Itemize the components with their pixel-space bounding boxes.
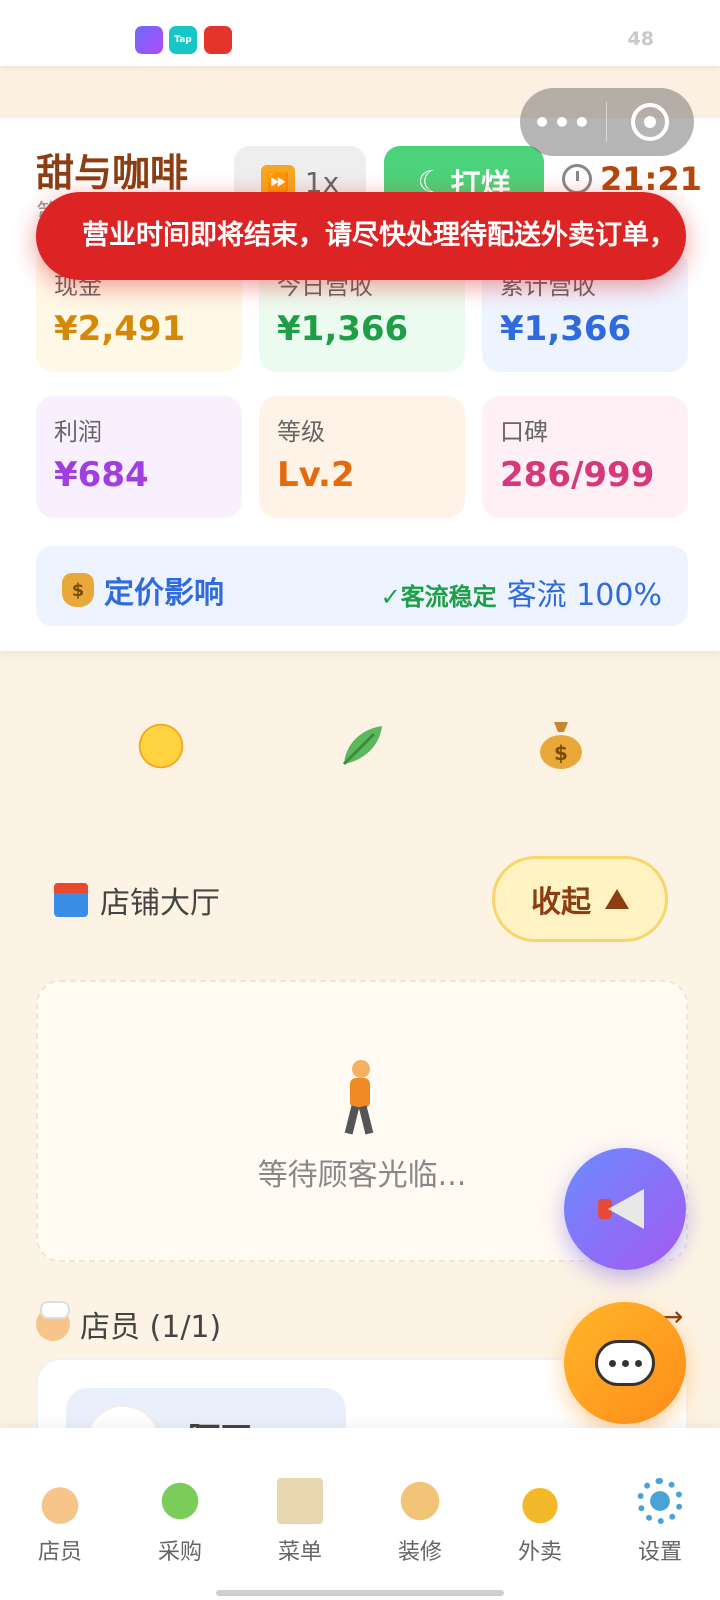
nav-item-purchase[interactable]: 采购 — [120, 1428, 240, 1600]
closing-warning-toast: 营业时间即将结束，请尽快处理待配送外卖订单， — [36, 192, 686, 280]
book-icon — [277, 1478, 323, 1524]
mini-program-capsule[interactable]: ••• — [520, 88, 694, 156]
traffic-status: ✓客流稳定 — [380, 583, 497, 611]
store-icon — [54, 883, 88, 917]
nav-item-delivery[interactable]: 外卖 — [480, 1428, 600, 1600]
stat-value: ¥1,366 — [277, 309, 409, 349]
pricing-title: 定价影响 — [104, 576, 224, 611]
hall-header: 店铺大厅 — [54, 878, 220, 922]
nav-label: 外卖 — [517, 1540, 562, 1565]
shop-name: 甜与咖啡 — [36, 151, 189, 195]
walking-person-icon — [340, 1060, 380, 1135]
toast-message: 营业时间即将结束，请尽快处理待配送外卖订单， — [82, 220, 676, 251]
gear-icon — [637, 1478, 683, 1524]
pricing-title-group: $ 定价影响 — [62, 568, 224, 612]
bottom-nav: 店员 采购 菜单 装修 外卖 设置 — [0, 1428, 720, 1600]
shopping-app-icon — [204, 26, 232, 54]
nav-label: 采购 — [157, 1540, 202, 1565]
sun-icon — [135, 720, 187, 772]
nav-label: 店员 — [37, 1540, 82, 1565]
stat-card-reputation: 口碑 286/999 — [482, 396, 688, 518]
megaphone-icon — [598, 1189, 652, 1229]
nav-label: 设置 — [637, 1540, 682, 1565]
money-bag-icon: $ — [62, 573, 94, 607]
chat-button[interactable] — [564, 1302, 686, 1424]
triangle-up-icon — [605, 889, 629, 909]
tap-app-label: Tap — [174, 35, 192, 45]
stat-label: 等级 — [277, 418, 325, 446]
staff-header: 店员 (1/1) — [36, 1301, 222, 1346]
palette-icon — [397, 1478, 443, 1524]
stat-card-profit: 利润 ¥684 — [36, 396, 242, 518]
collapse-button[interactable]: 收起 — [492, 856, 668, 942]
more-options-icon[interactable]: ••• — [520, 106, 606, 139]
stat-value: 286/999 — [500, 455, 655, 495]
nav-label: 装修 — [397, 1540, 442, 1565]
tap-app-icon: Tap — [169, 26, 197, 54]
home-indicator[interactable] — [216, 1590, 504, 1596]
stopwatch-icon — [562, 164, 592, 194]
chef-icon — [36, 1301, 70, 1341]
staff-title: 店员 (1/1) — [80, 1310, 222, 1345]
nav-label: 菜单 — [277, 1540, 322, 1565]
traffic-percent: 客流 100% — [506, 578, 662, 613]
stat-label: 口碑 — [500, 418, 548, 446]
speech-bubble-icon — [595, 1340, 655, 1386]
leaf-icon — [342, 726, 382, 766]
money-bag-icon: $ — [540, 722, 582, 769]
collapse-label: 收起 — [531, 885, 591, 920]
app-notification-icon — [135, 26, 163, 54]
chef-icon — [37, 1478, 83, 1524]
stat-card-level: 等级 Lv.2 — [259, 396, 465, 518]
status-bar: Tap 48 — [0, 0, 720, 66]
stat-value: Lv.2 — [277, 455, 355, 495]
hall-title: 店铺大厅 — [100, 886, 220, 921]
svg-text:$: $ — [554, 741, 568, 765]
announcement-button[interactable] — [564, 1148, 686, 1270]
pricing-status-group: ✓客流稳定 客流 100% — [381, 570, 662, 614]
battery-level: 48 — [627, 28, 654, 50]
stat-value: ¥684 — [54, 455, 149, 495]
nav-item-decoration[interactable]: 装修 — [360, 1428, 480, 1600]
close-miniprogram-button[interactable] — [607, 103, 693, 141]
lettuce-icon — [157, 1478, 203, 1524]
nav-item-staff[interactable]: 店员 — [0, 1428, 120, 1600]
scooter-icon — [517, 1478, 563, 1524]
stat-value: ¥2,491 — [54, 309, 186, 349]
nav-item-menu[interactable]: 菜单 — [240, 1428, 360, 1600]
target-icon — [631, 103, 669, 141]
nav-item-settings[interactable]: 设置 — [600, 1428, 720, 1600]
stat-label: 利润 — [54, 418, 102, 446]
pricing-impact-banner[interactable]: $ 定价影响 ✓客流稳定 客流 100% — [36, 546, 688, 626]
stat-value: ¥1,366 — [500, 309, 632, 349]
